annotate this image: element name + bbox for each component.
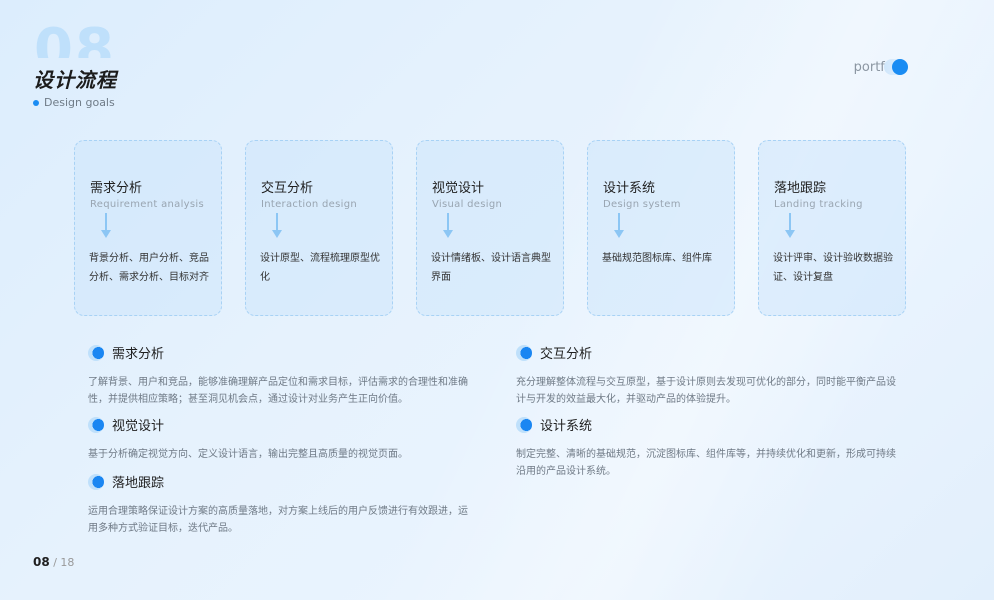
section-body: 了解背景、用户和竞品，能够准确理解产品定位和需求目标，评估需求的合理性和准确性，… [88, 377, 468, 405]
section-body: 运用合理策略保证设计方案的高质量落地，对方案上线后的用户反馈进行有效跟进，运用多… [88, 506, 468, 534]
step-card-landing: 落地跟踪 Landing tracking 设计评审、设计验收数据验证、设计复盘 [758, 140, 906, 316]
step-card-interaction: 交互分析 Interaction design 设计原型、流程梳理原型优化 [245, 140, 393, 316]
section-body: 制定完整、清晰的基础规范，沉淀图标库、组件库等，并持续优化和更新，形成可持续沿用… [516, 449, 896, 477]
step-english-title: Design system [603, 199, 681, 210]
section-landing: 落地跟踪 运用合理策略保证设计方案的高质量落地，对方案上线后的用户反馈进行有效跟… [88, 472, 468, 537]
step-card-visual: 视觉设计 Visual design 设计情绪板、设计语言典型界面 [416, 140, 564, 316]
step-english-title: Visual design [432, 199, 503, 210]
step-description: 基础规范图标库、组件库 [602, 253, 712, 264]
arrow-down-icon [101, 213, 111, 239]
arrow-down-icon [272, 213, 282, 239]
step-card-system: 设计系统 Design system 基础规范图标库、组件库 [587, 140, 735, 316]
bullet-dot-icon [33, 99, 39, 106]
section-interaction: 交互分析 充分理解整体流程与交互原型，基于设计原则去发现可优化的部分，同时能平衡… [516, 343, 901, 408]
page-subtitle: Design goals [33, 96, 115, 109]
step-english-title: Interaction design [261, 199, 358, 210]
toggle-knob [892, 59, 908, 75]
section-visual: 视觉设计 基于分析确定视觉方向、定义设计语言，输出完整且高质量的视觉页面。 [88, 415, 468, 463]
section-requirement: 需求分析 了解背景、用户和竞品，能够准确理解产品定位和需求目标，评估需求的合理性… [88, 343, 468, 408]
step-english-title: Landing tracking [774, 199, 863, 210]
current-page: 08 [33, 555, 50, 569]
section-title: 视觉设计 [112, 419, 165, 434]
section-bullet-icon [88, 344, 104, 361]
section-title: 交互分析 [540, 347, 593, 362]
step-english-title: Requirement analysis [90, 199, 204, 210]
section-body: 充分理解整体流程与交互原型，基于设计原则去发现可优化的部分，同时能平衡产品设计与… [516, 377, 896, 405]
step-title: 视觉设计 [432, 181, 485, 196]
section-bullet-icon [88, 416, 104, 433]
section-title: 落地跟踪 [112, 476, 165, 491]
step-title: 交互分析 [261, 181, 314, 196]
page-title: 设计流程 [33, 68, 117, 92]
step-card-requirement: 需求分析 Requirement analysis 背景分析、用户分析、竞品分析… [74, 140, 222, 316]
total-pages: 18 [60, 556, 75, 569]
subtitle-text: Design goals [44, 96, 115, 109]
step-description: 设计评审、设计验收数据验证、设计复盘 [773, 253, 893, 283]
section-system: 设计系统 制定完整、清晰的基础规范，沉淀图标库、组件库等，并持续优化和更新，形成… [516, 415, 901, 480]
portfolio-toggle-icon [884, 59, 908, 75]
section-bullet-icon [88, 473, 104, 490]
arrow-down-icon [443, 213, 453, 239]
step-description: 背景分析、用户分析、竞品分析、需求分析、目标对齐 [89, 253, 209, 283]
process-steps: 需求分析 Requirement analysis 背景分析、用户分析、竞品分析… [74, 140, 906, 316]
section-number-watermark: 08 [34, 22, 116, 58]
section-bullet-icon [516, 344, 532, 361]
step-description: 设计情绪板、设计语言典型界面 [431, 253, 551, 283]
pagination: 08 / 18 [33, 555, 74, 569]
step-description: 设计原型、流程梳理原型优化 [260, 253, 380, 283]
section-bullet-icon [516, 416, 532, 433]
section-body: 基于分析确定视觉方向、定义设计语言，输出完整且高质量的视觉页面。 [88, 449, 408, 460]
step-title: 落地跟踪 [774, 181, 827, 196]
arrow-down-icon [785, 213, 795, 239]
arrow-down-icon [614, 213, 624, 239]
page-separator: / [53, 556, 57, 569]
step-title: 需求分析 [90, 181, 143, 196]
section-title: 需求分析 [112, 347, 165, 362]
section-title: 设计系统 [540, 419, 593, 434]
step-title: 设计系统 [603, 181, 656, 196]
